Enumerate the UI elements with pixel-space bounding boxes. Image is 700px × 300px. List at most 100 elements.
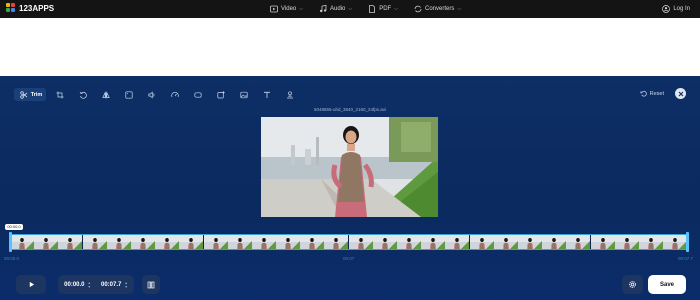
split-button[interactable] — [142, 275, 160, 294]
close-button[interactable] — [675, 88, 686, 99]
timeline-thumbnail — [348, 235, 373, 249]
nav-pdf[interactable]: PDF ⌵ — [368, 5, 398, 13]
timeline-thumbnail — [397, 235, 422, 249]
timeline-thumbnail — [203, 235, 228, 249]
trim-time-inputs: 00:00.0 ▲ ▼ 00:07.7 ▲ ▼ — [58, 275, 134, 294]
video-filename: 5048865-uhd_3840_2160_24fps.avi — [313, 107, 387, 112]
playhead-time-marker: 00:00.0 — [5, 224, 23, 230]
text-tool-button[interactable] — [257, 88, 276, 101]
nav-converters-label: Converters — [425, 6, 455, 12]
speed-icon — [170, 91, 179, 97]
image-tool-button[interactable] — [234, 88, 253, 101]
music-note-icon — [320, 5, 327, 13]
loop-icon — [193, 91, 202, 98]
chevron-down-icon: ⌵ — [299, 6, 304, 12]
start-time-field[interactable]: 00:00.0 ▲ ▼ — [64, 281, 91, 289]
timeline-thumbnail — [106, 235, 131, 249]
timeline-thumbnail — [300, 235, 325, 249]
rotate-icon — [79, 91, 87, 99]
timeline-end-time: 00:07.7 — [678, 256, 694, 261]
timeline-thumbnail — [421, 235, 446, 249]
trim-end-handle[interactable] — [686, 232, 689, 252]
end-time-stepper[interactable]: ▲ ▼ — [124, 281, 127, 289]
timeline-strip[interactable] — [10, 234, 688, 250]
timeline-thumbnail — [276, 235, 301, 249]
text-icon — [263, 91, 270, 98]
reset-label: Reset — [649, 90, 664, 97]
trim-tool-button[interactable]: Trim — [14, 88, 46, 101]
add-image-icon — [216, 90, 225, 98]
login-button[interactable]: Log In — [662, 3, 690, 14]
image-icon — [239, 91, 248, 98]
chevron-down-icon: ⌵ — [348, 6, 353, 12]
timeline-thumbnail — [179, 235, 204, 249]
timeline-thumbnail — [324, 235, 349, 249]
undo-icon — [640, 90, 647, 97]
nav-converters[interactable]: Converters ⌵ — [414, 5, 461, 13]
timeline-mid-time: 00:07 — [343, 256, 355, 261]
timeline-thumbnail — [638, 235, 664, 249]
video-editor: Trim Reset 5048865-uhd_3840_2160_24fps.a… — [0, 76, 700, 300]
timeline-thumbnail — [614, 235, 639, 249]
start-time-stepper[interactable]: ▲ ▼ — [88, 281, 91, 289]
crop-icon — [56, 91, 63, 98]
pdf-icon — [369, 5, 376, 13]
chevron-down-icon: ⌵ — [394, 6, 398, 12]
nav-video-label: Video — [281, 6, 297, 12]
resize-tool-button[interactable] — [119, 88, 138, 101]
top-nav-bar: 123APPS Video ⌵ Audio ⌵ PDF ⌵ Converters… — [0, 0, 700, 18]
timeline-start-time: 00:00.0 — [4, 256, 20, 261]
trim-label: Trim — [30, 91, 43, 98]
start-time-value: 00:00.0 — [64, 281, 85, 288]
settings-button[interactable] — [622, 275, 643, 294]
nav-pdf-label: PDF — [379, 6, 392, 12]
edit-toolbar: Trim — [14, 88, 299, 101]
speed-tool-button[interactable] — [165, 88, 184, 101]
nav-video[interactable]: Video ⌵ — [270, 5, 303, 13]
timeline-thumbnail — [130, 235, 156, 249]
timeline-thumbnail — [227, 235, 252, 249]
volume-tool-button[interactable] — [142, 88, 161, 101]
convert-icon — [414, 5, 422, 13]
logo-text: 123APPS — [19, 3, 55, 13]
crop-tool-button[interactable] — [50, 88, 69, 101]
resize-icon — [124, 90, 133, 99]
nav-audio[interactable]: Audio ⌵ — [319, 5, 352, 13]
timeline-thumbnail — [493, 235, 518, 249]
timeline-thumbnail — [10, 235, 35, 249]
flip-tool-button[interactable] — [96, 88, 115, 101]
end-time-value: 00:07.7 — [101, 281, 122, 288]
close-icon — [678, 91, 683, 96]
nav-audio-label: Audio — [330, 6, 346, 12]
trim-icon — [20, 90, 27, 99]
reset-button[interactable]: Reset — [640, 90, 664, 97]
split-icon — [147, 281, 155, 288]
timeline-thumbnail — [590, 235, 615, 249]
save-button[interactable]: Save — [648, 275, 686, 294]
gear-icon — [629, 281, 636, 288]
end-time-field[interactable]: 00:07.7 ▲ ▼ — [101, 281, 128, 289]
user-icon — [662, 4, 671, 13]
add-image-tool-button[interactable] — [211, 88, 230, 101]
login-label: Log In — [673, 5, 690, 12]
loop-tool-button[interactable] — [188, 88, 207, 101]
play-icon — [29, 281, 34, 288]
timeline-thumbnail — [251, 235, 277, 249]
timeline-thumbnail — [542, 235, 567, 249]
chevron-down-icon: ⌵ — [457, 6, 462, 12]
rotate-tool-button[interactable] — [73, 88, 92, 101]
video-preview[interactable] — [261, 117, 438, 217]
timeline-thumbnail — [155, 235, 180, 249]
watermark-tool-button[interactable] — [280, 88, 299, 101]
timeline-thumbnail — [517, 235, 543, 249]
logo[interactable]: 123APPS — [6, 3, 54, 13]
play-button[interactable] — [16, 275, 46, 294]
video-icon — [270, 5, 278, 13]
timeline-thumbnail — [58, 235, 83, 249]
timeline-frames — [10, 235, 688, 249]
volume-icon — [147, 91, 154, 98]
timeline-thumbnail — [566, 235, 591, 249]
ad-space — [0, 18, 700, 76]
trim-start-handle[interactable] — [9, 232, 12, 252]
timeline-thumbnail — [372, 235, 397, 249]
